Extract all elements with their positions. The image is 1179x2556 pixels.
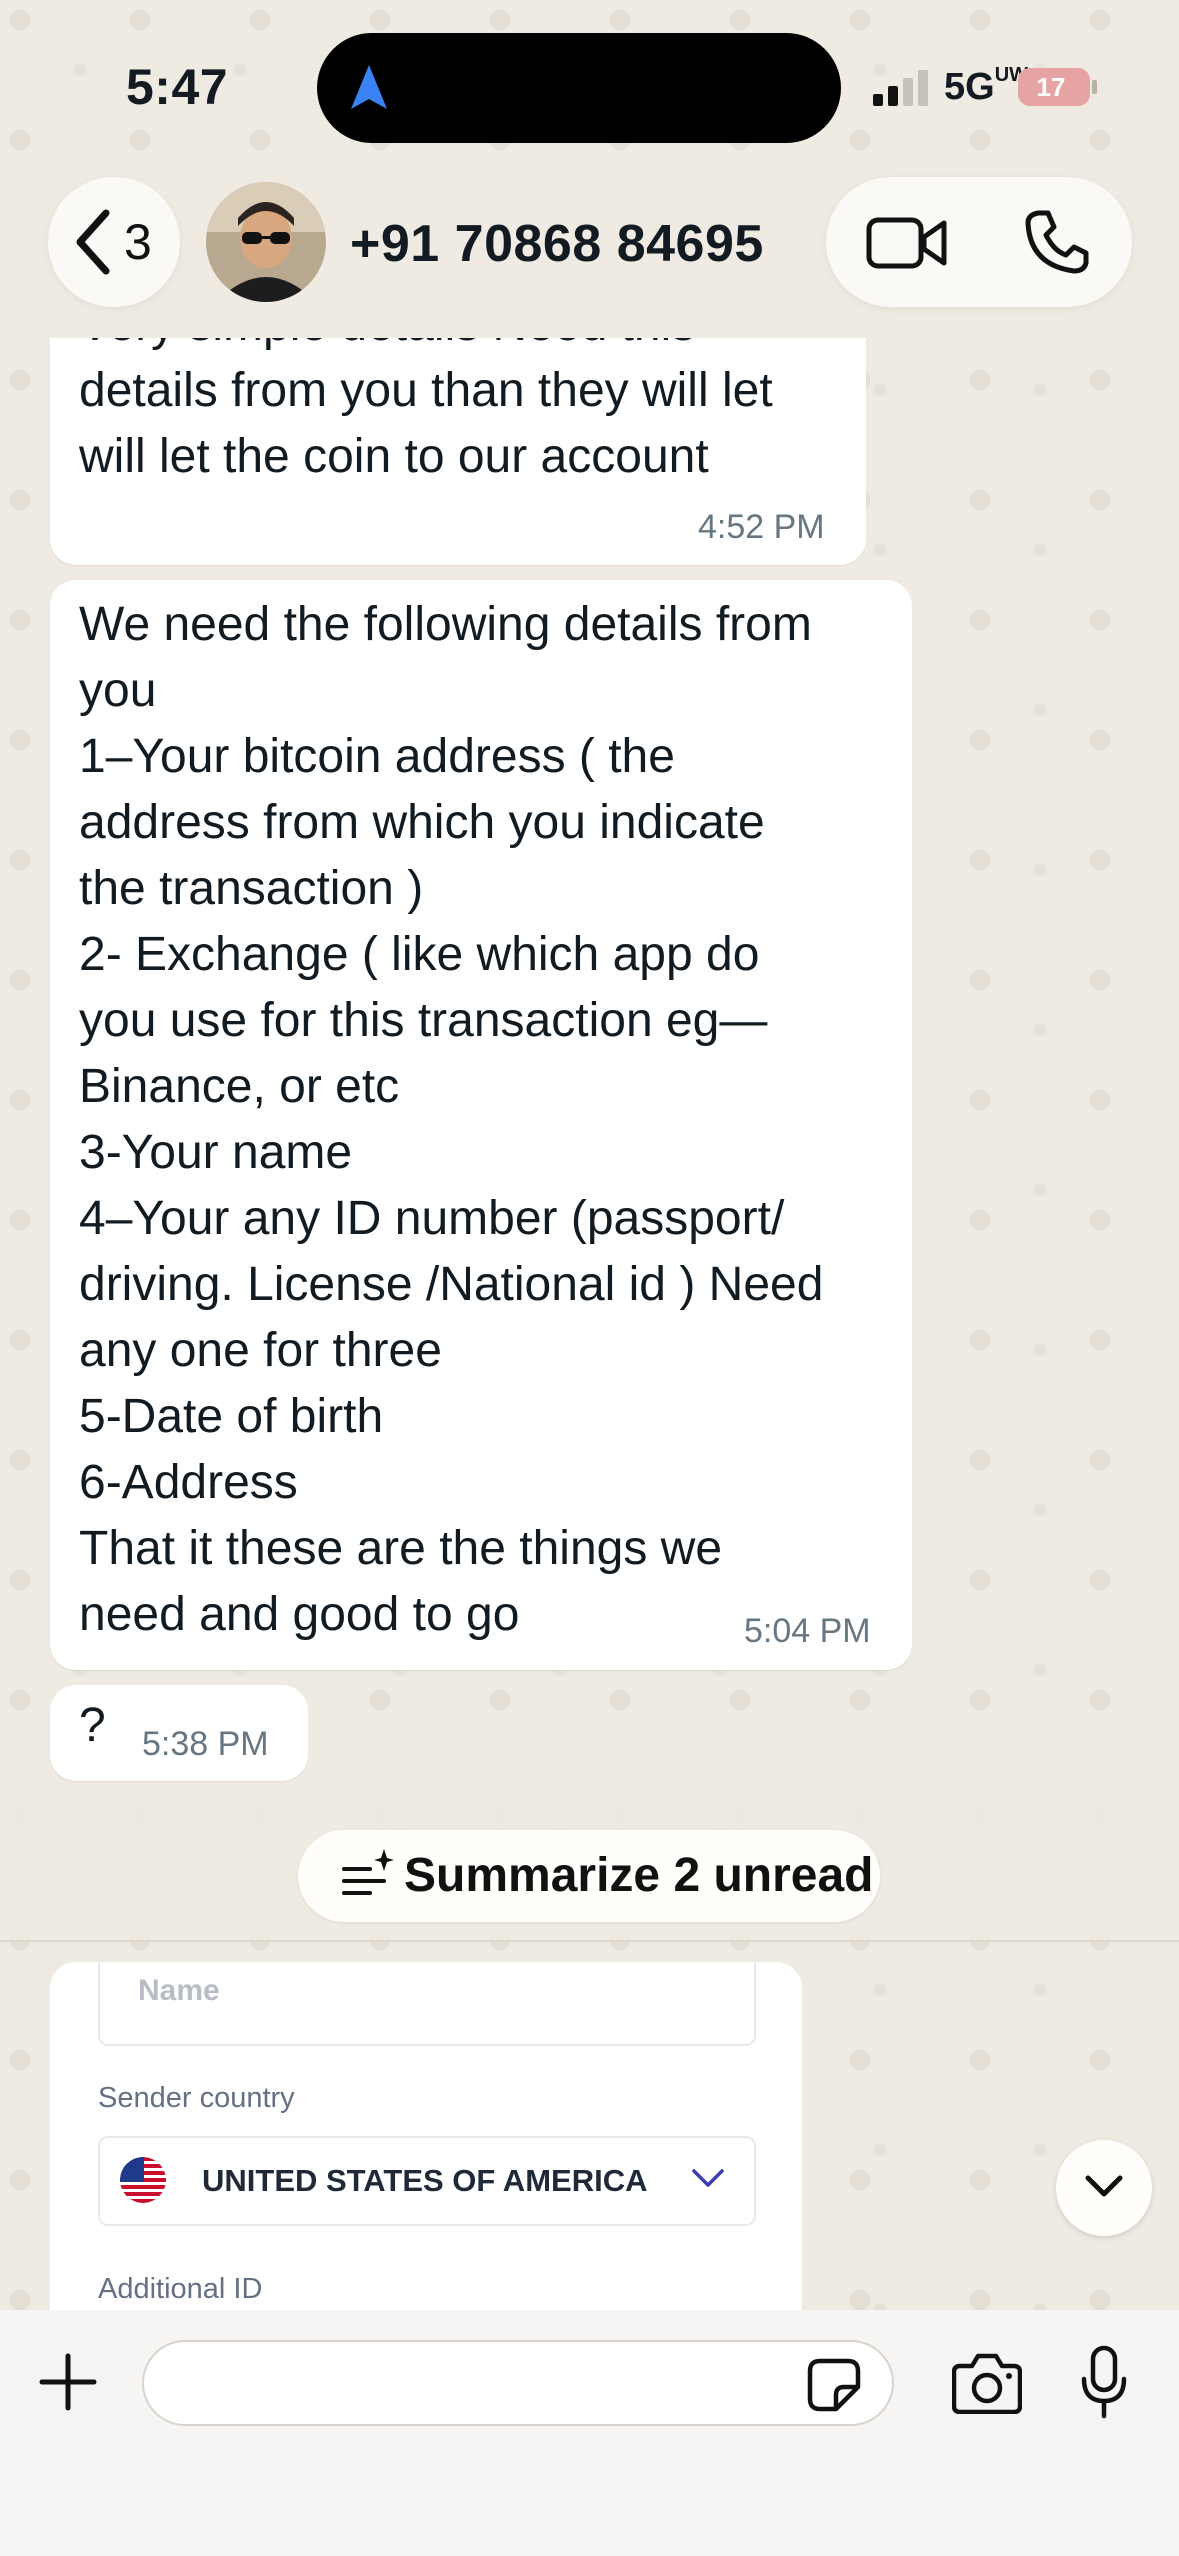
message-text: We need the following details from you 1… [79, 598, 824, 1641]
chevron-down-icon [1085, 2175, 1123, 2197]
contact-name[interactable]: +91 70868 84695 [350, 214, 764, 274]
summarize-label: Summarize 2 unread [404, 1849, 874, 1902]
image-message[interactable]: Name Sender country UNITED STATES OF AME… [50, 1962, 802, 2322]
image-country-name: UNITED STATES OF AMERICA [202, 2163, 648, 2198]
chevron-left-icon [76, 209, 110, 275]
message-time: 4:52 PM [698, 508, 825, 546]
image-additional-id-label: Additional ID [98, 2273, 263, 2305]
chevron-down-icon [692, 2169, 724, 2187]
summarize-icon [342, 1849, 394, 1895]
scroll-to-bottom-button[interactable] [1056, 2140, 1152, 2236]
camera-icon[interactable] [952, 2352, 1022, 2414]
us-flag-icon [120, 2157, 166, 2203]
message-time: 5:38 PM [142, 1725, 269, 1763]
microphone-icon[interactable] [1080, 2345, 1128, 2419]
battery-level: 17 [1036, 72, 1066, 102]
message-text: ? [79, 1699, 106, 1752]
sticker-icon[interactable] [806, 2357, 862, 2413]
battery-cap [1092, 80, 1097, 94]
video-call-icon[interactable] [866, 213, 948, 273]
phone-icon[interactable] [1024, 209, 1090, 275]
unread-count: 3 [124, 214, 152, 270]
image-sender-country-label: Sender country [98, 2082, 295, 2114]
avatar[interactable] [206, 182, 326, 302]
message-time: 5:04 PM [744, 1612, 871, 1650]
network-indicator: 5GUW [944, 64, 1029, 109]
plus-icon[interactable] [38, 2352, 98, 2412]
network-sub-label: UW [994, 64, 1029, 86]
navigation-arrow-icon [351, 65, 387, 109]
signal-icon [873, 70, 928, 106]
contact-photo [206, 182, 326, 302]
message-bubble[interactable]: We need the following details from you 1… [50, 580, 912, 1670]
status-time: 5:47 [126, 59, 229, 115]
network-label: 5G [944, 66, 995, 108]
message-bubble[interactable]: ? 5:38 PM [50, 1685, 308, 1781]
back-button-surface[interactable] [48, 177, 180, 307]
message-input[interactable] [142, 2340, 894, 2426]
dynamic-island [317, 33, 841, 143]
image-name-placeholder: Name [138, 1974, 220, 2007]
